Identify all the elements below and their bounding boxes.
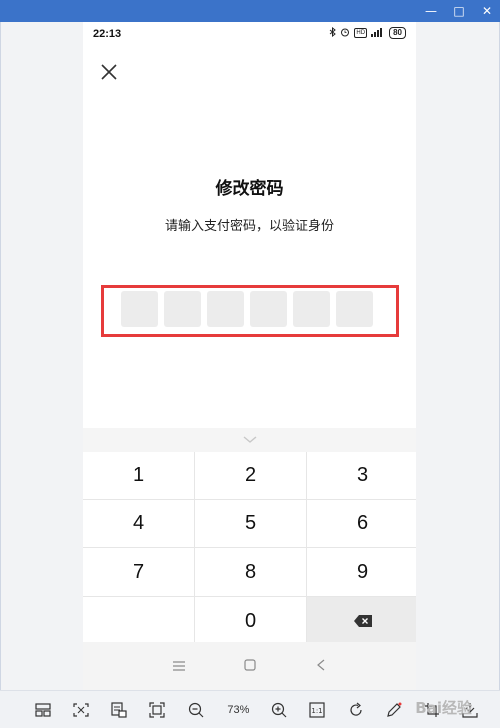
status-bar: 22:13 HD 80 xyxy=(83,22,416,48)
ocr-icon[interactable] xyxy=(111,700,128,720)
close-window-button[interactable]: ✕ xyxy=(480,3,494,19)
maximize-button[interactable]: □ xyxy=(452,3,466,19)
status-time: 22:13 xyxy=(93,28,122,40)
page-subtitle: 请输入支付密码，以验证身份 xyxy=(164,218,334,233)
window-titlebar: — □ ✕ xyxy=(0,0,500,22)
pin-highlight-box xyxy=(101,285,399,337)
page-title: 修改密码 xyxy=(215,179,284,198)
android-nav-bar xyxy=(83,642,416,690)
key-7[interactable]: 7 xyxy=(83,548,194,596)
battery-indicator: 80 xyxy=(389,27,406,39)
phone-screen: 22:13 HD 80 修改密码 请输入支付密码，以验证身份 1 2 3 4 5… xyxy=(83,22,416,690)
actual-size-icon[interactable]: 1:1 xyxy=(309,700,326,720)
layout-icon[interactable] xyxy=(34,700,51,720)
chevron-down-icon xyxy=(243,431,257,449)
rotate-icon[interactable] xyxy=(347,700,364,720)
home-icon[interactable] xyxy=(240,658,260,675)
bluetooth-icon xyxy=(329,26,337,39)
key-8[interactable]: 8 xyxy=(195,548,306,596)
watermark-logo: Bai经验 xyxy=(415,699,472,717)
key-3[interactable]: 3 xyxy=(307,452,416,499)
fit-screen-icon[interactable] xyxy=(72,700,89,720)
menu-icon[interactable] xyxy=(169,658,189,675)
zoom-in-icon[interactable] xyxy=(270,700,287,720)
key-5[interactable]: 5 xyxy=(195,500,306,547)
backspace-icon xyxy=(353,610,372,633)
close-icon[interactable] xyxy=(97,60,121,84)
svg-text:1:1: 1:1 xyxy=(312,707,323,715)
numeric-keypad: 1 2 3 4 5 6 7 8 9 0 xyxy=(83,428,416,645)
zoom-out-icon[interactable] xyxy=(187,700,204,720)
key-blank xyxy=(83,597,194,645)
hd-badge: HD xyxy=(354,28,368,38)
collapse-keypad-button[interactable] xyxy=(83,428,416,452)
signal-icon xyxy=(371,27,385,39)
back-icon[interactable] xyxy=(311,658,331,675)
key-2[interactable]: 2 xyxy=(195,452,306,499)
key-1[interactable]: 1 xyxy=(83,452,194,499)
key-0[interactable]: 0 xyxy=(195,597,306,645)
backspace-button[interactable] xyxy=(307,597,416,645)
key-4[interactable]: 4 xyxy=(83,500,194,547)
key-9[interactable]: 9 xyxy=(307,548,416,596)
minimize-button[interactable]: — xyxy=(424,3,438,19)
key-6[interactable]: 6 xyxy=(307,500,416,547)
edit-icon[interactable] xyxy=(385,700,402,720)
zoom-level: 73% xyxy=(227,703,250,716)
crop-fit-icon[interactable] xyxy=(149,700,166,720)
alarm-icon xyxy=(340,27,350,39)
